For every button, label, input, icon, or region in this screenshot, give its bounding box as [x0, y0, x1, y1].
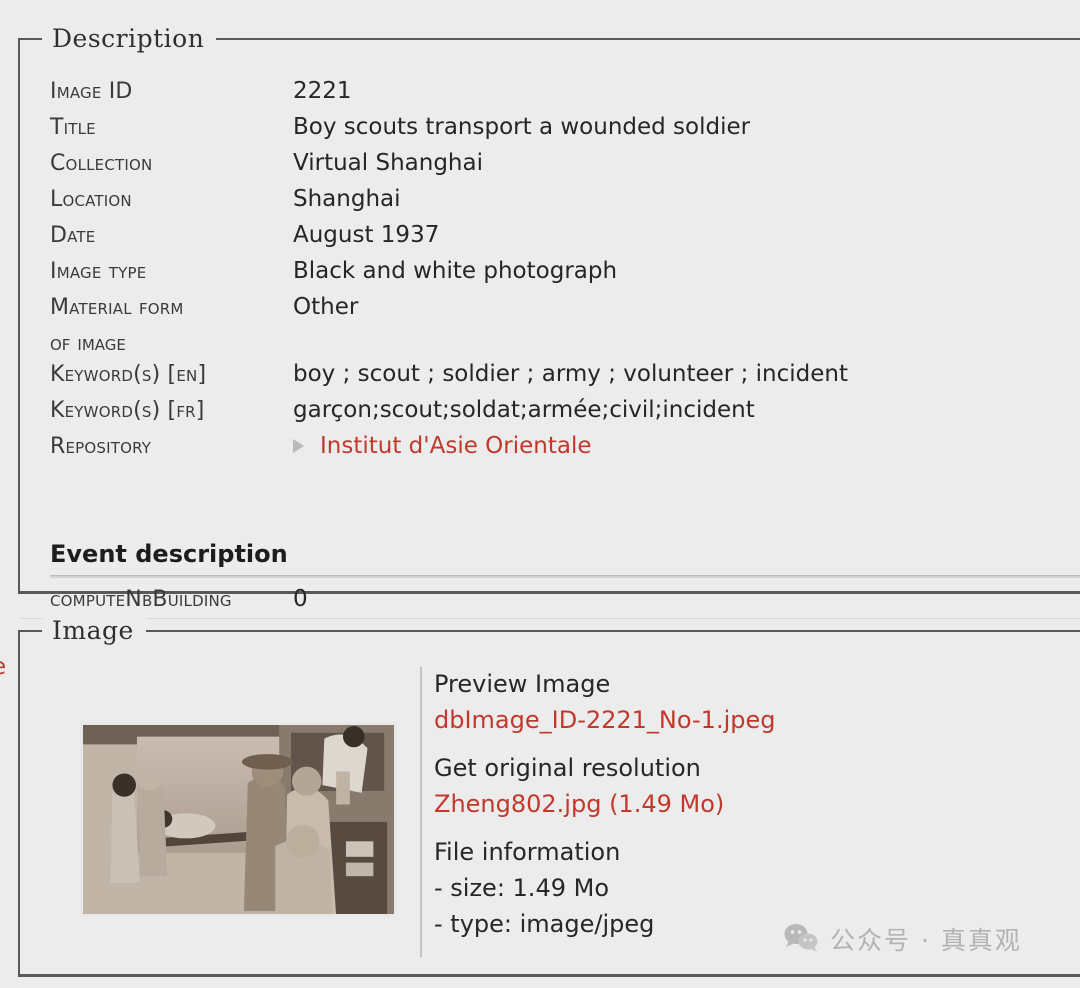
- preview-image-link[interactable]: dbImage_ID-2221_No-1.jpeg: [434, 702, 1034, 738]
- file-information-heading: File information: [434, 838, 621, 866]
- image-section-divider: [420, 667, 422, 957]
- image-legend: Image: [42, 616, 146, 646]
- event-section-bottom-divider: [20, 618, 1080, 619]
- field-value-image-type: Black and white photograph: [293, 258, 618, 284]
- field-label-image-type: Image type: [50, 259, 147, 284]
- field-value-compute-nb-building: 0: [293, 586, 308, 612]
- photo-illustration: [83, 725, 394, 914]
- event-description-heading: Event description: [50, 540, 288, 568]
- field-label-location: Location: [50, 187, 132, 212]
- field-value-location: Shanghai: [293, 186, 401, 212]
- original-resolution-link[interactable]: Zheng802.jpg (1.49 Mo): [434, 786, 1034, 822]
- description-legend: Description: [42, 24, 217, 54]
- field-row-material-form: Material form Other: [50, 294, 1080, 330]
- field-label-date: Date: [50, 223, 96, 248]
- field-value-date: August 1937: [293, 222, 440, 248]
- file-size-text: - size: 1.49 Mo: [434, 874, 609, 902]
- field-label-compute-nb-building: computeNbBuilding: [50, 587, 232, 612]
- repository-link[interactable]: Institut d'Asie Orientale: [320, 433, 592, 459]
- field-row-image-type: Image type Black and white photograph: [50, 258, 1080, 294]
- field-value-title: Boy scouts transport a wounded soldier: [293, 114, 751, 140]
- field-row-image-id: Image ID 2221: [50, 78, 1080, 114]
- original-resolution-heading: Get original resolution: [434, 754, 701, 782]
- field-row-keywords-en: Keyword(s) [en] boy ; scout ; soldier ; …: [50, 361, 1080, 397]
- field-value-material-form: Other: [293, 294, 359, 320]
- info-spacer-2: [434, 822, 1034, 834]
- field-row-collection: Collection Virtual Shanghai: [50, 150, 1080, 186]
- field-value-image-id: 2221: [293, 78, 352, 104]
- field-row-keywords-fr: Keyword(s) [fr] garçon;scout;soldat;armé…: [50, 397, 1080, 433]
- field-label-material-form-continued: of image: [50, 331, 126, 356]
- field-label-material-form: Material form: [50, 295, 184, 320]
- field-label-title: Title: [50, 115, 96, 140]
- field-label-image-id: Image ID: [50, 79, 133, 104]
- watermark-text: 公众号 · 真真观: [830, 926, 1022, 955]
- event-description-divider: [50, 575, 1080, 578]
- field-value-keywords-fr: garçon;scout;soldat;armée;civil;incident: [293, 397, 755, 423]
- field-row-repository: Repository Institut d'Asie Orientale: [50, 433, 1080, 469]
- preview-image-heading: Preview Image: [434, 670, 611, 698]
- info-spacer-1: [434, 738, 1034, 750]
- image-info-panel: Preview Image dbImage_ID-2221_No-1.jpeg …: [434, 666, 1034, 942]
- field-value-keywords-en: boy ; scout ; soldier ; army ; volunteer…: [293, 361, 848, 387]
- field-label-keywords-fr: Keyword(s) [fr]: [50, 398, 205, 423]
- field-row-location: Location Shanghai: [50, 186, 1080, 222]
- field-label-collection: Collection: [50, 151, 153, 176]
- field-row-title: Title Boy scouts transport a wounded sol…: [50, 114, 1080, 150]
- field-value-collection: Virtual Shanghai: [293, 150, 483, 176]
- field-label-repository: Repository: [50, 434, 152, 459]
- triangle-right-icon: [293, 439, 304, 453]
- wechat-icon: [784, 923, 818, 955]
- preview-photo-thumbnail[interactable]: [80, 722, 397, 917]
- clipped-edge-link-fragment[interactable]: e: [0, 654, 6, 680]
- field-row-compute-nb-building: computeNbBuilding 0: [50, 586, 1080, 622]
- description-fieldset: Description Image ID 2221 Title Boy scou…: [18, 24, 1080, 619]
- field-row-date: Date August 1937: [50, 222, 1080, 258]
- field-label-keywords-en: Keyword(s) [en]: [50, 362, 207, 387]
- watermark: 公众号 · 真真观: [784, 921, 1022, 957]
